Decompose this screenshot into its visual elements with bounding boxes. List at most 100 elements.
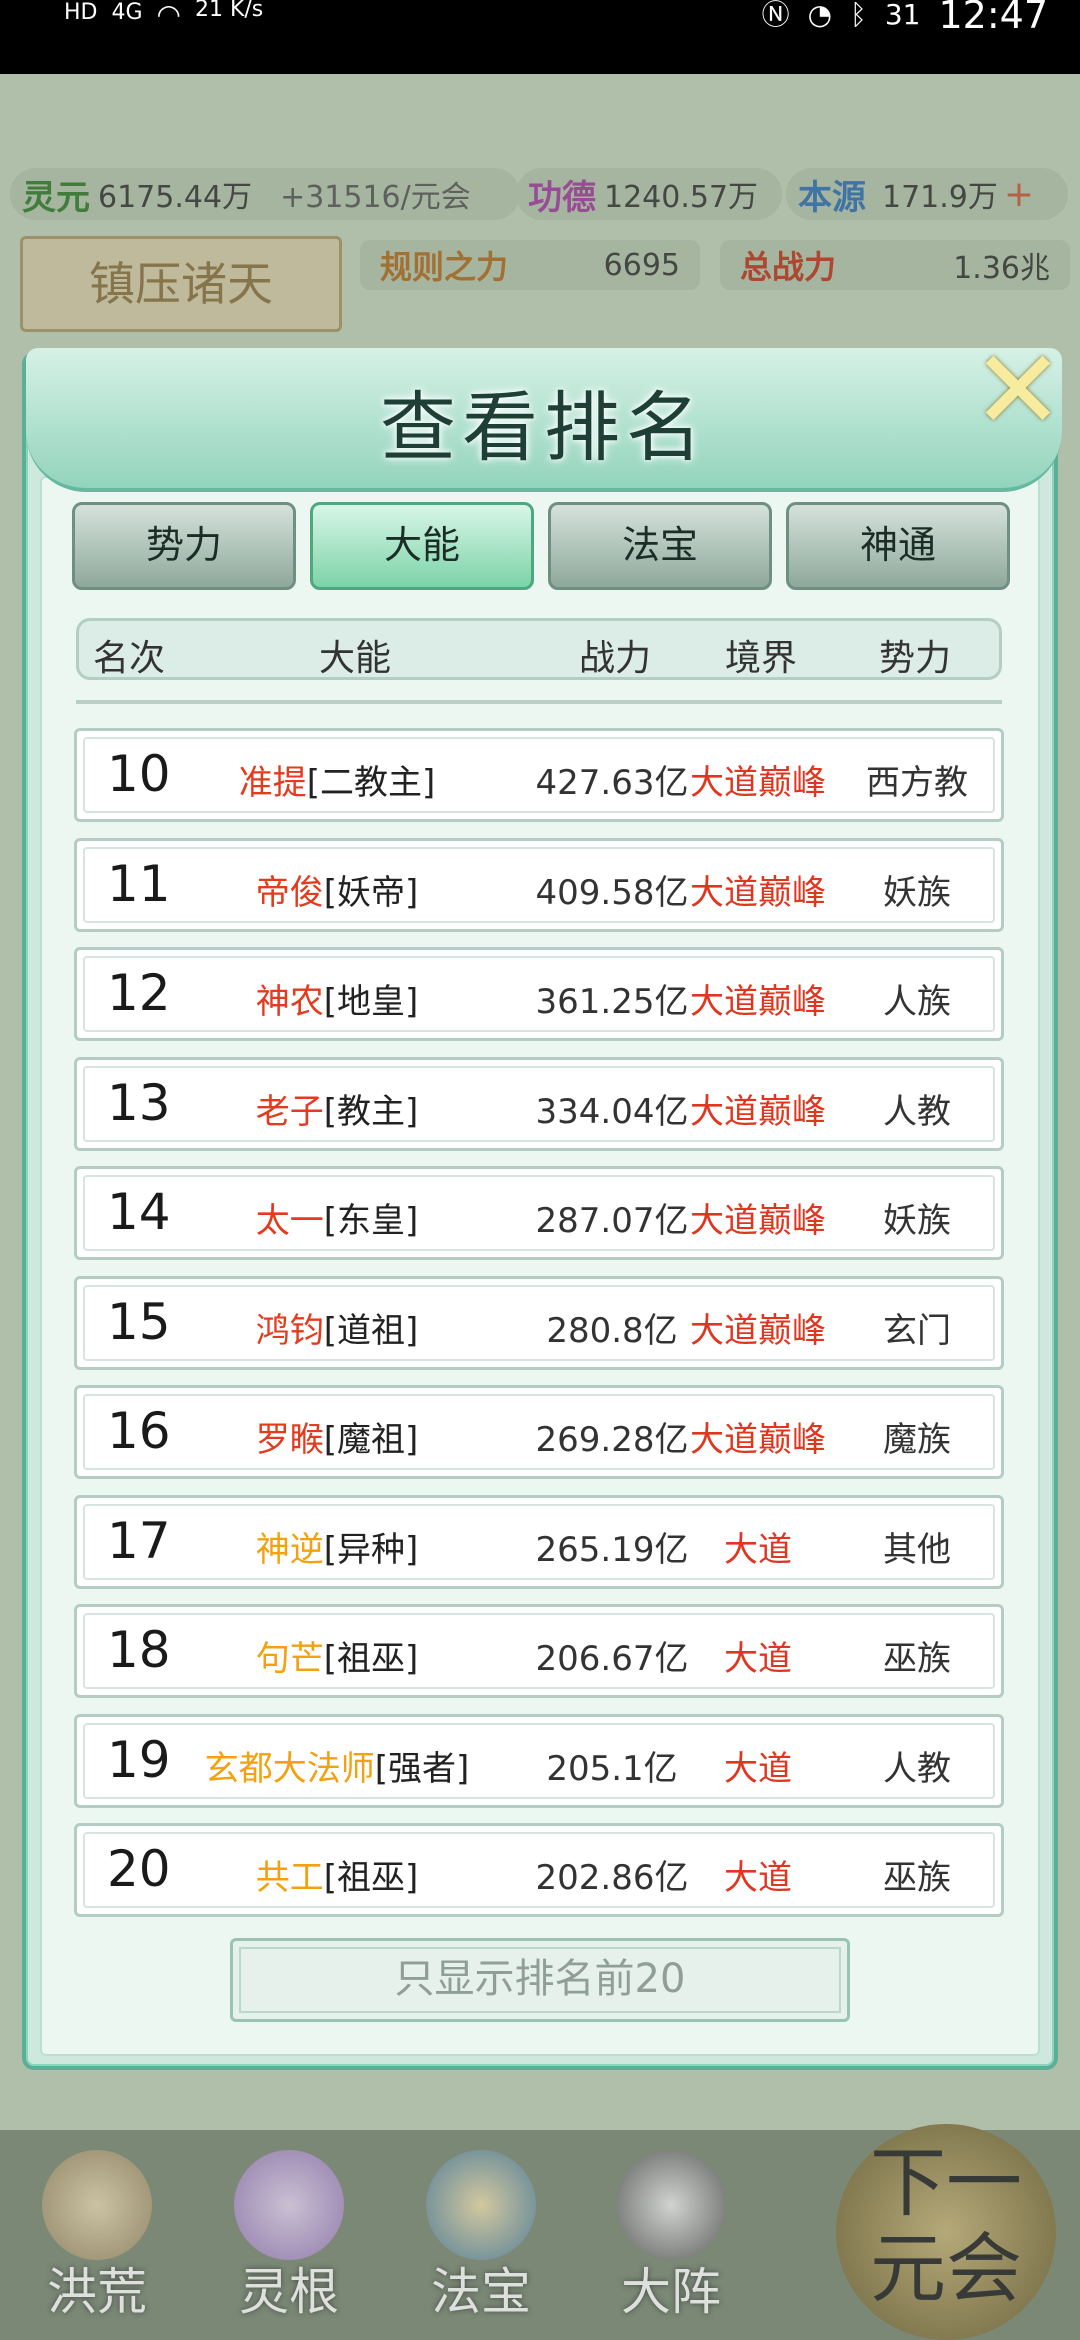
battery-icon: 31	[884, 0, 921, 31]
row-faction: 人族	[883, 982, 951, 1022]
row-faction: 巫族	[883, 1639, 951, 1679]
top20-toggle-button[interactable]: 只显示排名前20	[230, 1938, 850, 2022]
character-name: 鸿钧	[255, 1311, 324, 1351]
row-name: 老子[教主]	[187, 1084, 487, 1133]
row-faction: 人教	[883, 1092, 951, 1132]
row-realm: 大道巅峰	[690, 1201, 826, 1241]
row-realm: 大道巅峰	[690, 1311, 826, 1351]
row-faction: 西方教	[866, 763, 968, 803]
row-realm: 大道	[724, 1858, 792, 1898]
character-name: 太一	[255, 1201, 324, 1241]
character-title: [地皇]	[323, 982, 419, 1022]
row-faction: 玄门	[883, 1311, 951, 1351]
row-name: 太一[东皇]	[187, 1193, 487, 1242]
signal-icon: 4G	[111, 0, 143, 25]
table-row[interactable]: 20 共工[祖巫] 202.86亿 大道 巫族	[74, 1823, 1004, 1917]
row-realm: 大道	[724, 1530, 792, 1570]
row-power: 206.67亿	[535, 1639, 689, 1679]
nfc-icon: Ⓝ	[761, 0, 790, 31]
character-name: 帝俊	[255, 873, 324, 913]
network-speed: 21 K/s	[194, 0, 264, 22]
character-title: [异种]	[323, 1530, 419, 1570]
row-name: 鸿钧[道祖]	[187, 1303, 487, 1352]
table-row[interactable]: 10 准提[二教主] 427.63亿 大道巅峰 西方教	[74, 728, 1004, 822]
row-power: 280.8亿	[546, 1311, 678, 1351]
close-button[interactable]: ✕	[970, 335, 1066, 445]
col-daneng: 大能	[319, 638, 392, 679]
modal-body	[40, 476, 1040, 2056]
row-rank: 14	[107, 1183, 171, 1241]
row-realm: 大道巅峰	[690, 763, 826, 803]
col-realm: 境界	[725, 638, 798, 679]
character-title: [祖巫]	[323, 1858, 419, 1898]
wifi-icon: ◠	[156, 0, 181, 31]
row-power: 269.28亿	[535, 1420, 689, 1460]
character-title: [祖巫]	[323, 1639, 419, 1679]
status-right: Ⓝ ◔ ᛒ 31 12:47	[761, 0, 1048, 37]
row-faction: 其他	[883, 1530, 951, 1570]
row-realm: 大道	[724, 1639, 792, 1679]
table-row[interactable]: 15 鸿钧[道祖] 280.8亿 大道巅峰 玄门	[74, 1276, 1004, 1370]
row-rank: 18	[107, 1621, 171, 1679]
table-row[interactable]: 17 神逆[异种] 265.19亿 大道 其他	[74, 1495, 1004, 1589]
table-row[interactable]: 12 神农[地皇] 361.25亿 大道巅峰 人族	[74, 947, 1004, 1041]
row-rank: 19	[107, 1731, 171, 1789]
tab-shili[interactable]: 势力	[72, 502, 296, 590]
row-power: 409.58亿	[535, 873, 689, 913]
row-power: 334.04亿	[535, 1092, 689, 1132]
character-title: [妖帝]	[323, 873, 419, 913]
row-name: 帝俊[妖帝]	[187, 865, 487, 914]
table-row[interactable]: 14 太一[东皇] 287.07亿 大道巅峰 妖族	[74, 1166, 1004, 1260]
tab-daneng[interactable]: 大能	[310, 502, 534, 590]
table-row[interactable]: 18 句芒[祖巫] 206.67亿 大道 巫族	[74, 1604, 1004, 1698]
row-rank: 15	[107, 1293, 171, 1351]
row-name: 神农[地皇]	[187, 974, 487, 1023]
character-name: 老子	[255, 1092, 324, 1132]
character-title: [教主]	[323, 1092, 419, 1132]
row-realm: 大道巅峰	[690, 1092, 826, 1132]
row-name: 共工[祖巫]	[187, 1850, 487, 1899]
character-title: [强者]	[374, 1749, 470, 1789]
character-title: [道祖]	[323, 1311, 419, 1351]
col-faction: 势力	[879, 638, 952, 679]
row-power: 202.86亿	[535, 1858, 689, 1898]
character-name: 神农	[255, 982, 324, 1022]
row-power: 205.1亿	[546, 1749, 678, 1789]
character-name: 共工	[255, 1858, 324, 1898]
character-title: [二教主]	[306, 763, 436, 803]
row-rank: 11	[107, 855, 171, 913]
character-name: 句芒	[255, 1639, 324, 1679]
row-name: 神逆[异种]	[187, 1522, 487, 1571]
row-power: 265.19亿	[535, 1530, 689, 1570]
table-row[interactable]: 13 老子[教主] 334.04亿 大道巅峰 人教	[74, 1057, 1004, 1151]
row-name: 罗睺[魔祖]	[187, 1412, 487, 1461]
row-name: 准提[二教主]	[187, 755, 487, 804]
row-realm: 大道巅峰	[690, 873, 826, 913]
row-faction: 妖族	[883, 1201, 951, 1241]
row-faction: 巫族	[883, 1858, 951, 1898]
row-rank: 10	[107, 745, 171, 803]
character-name: 神逆	[255, 1530, 324, 1570]
col-power: 战力	[579, 638, 652, 679]
col-rank: 名次	[93, 638, 166, 679]
row-rank: 16	[107, 1402, 171, 1460]
row-rank: 12	[107, 964, 171, 1022]
row-rank: 20	[107, 1840, 171, 1898]
row-name: 句芒[祖巫]	[187, 1631, 487, 1680]
character-title: [魔祖]	[323, 1420, 419, 1460]
row-realm: 大道	[724, 1749, 792, 1789]
row-power: 427.63亿	[535, 763, 689, 803]
alarm-icon: ◔	[807, 0, 833, 31]
character-name: 罗睺	[255, 1420, 324, 1460]
status-bar: HD 4G ◠ 21 K/s Ⓝ ◔ ᛒ 31 12:47	[0, 0, 1080, 74]
table-row[interactable]: 19 玄都大法师[强者] 205.1亿 大道 人教	[74, 1714, 1004, 1808]
bluetooth-icon: ᛒ	[850, 0, 867, 31]
column-header: 名次 大能 战力 境界 势力	[76, 618, 1002, 680]
clock: 12:47	[938, 0, 1048, 37]
modal-title: 查看排名	[380, 383, 708, 472]
tab-shentong[interactable]: 神通	[786, 502, 1010, 590]
table-row[interactable]: 16 罗睺[魔祖] 269.28亿 大道巅峰 魔族	[74, 1385, 1004, 1479]
table-row[interactable]: 11 帝俊[妖帝] 409.58亿 大道巅峰 妖族	[74, 838, 1004, 932]
row-faction: 妖族	[883, 873, 951, 913]
tab-fabao[interactable]: 法宝	[548, 502, 772, 590]
